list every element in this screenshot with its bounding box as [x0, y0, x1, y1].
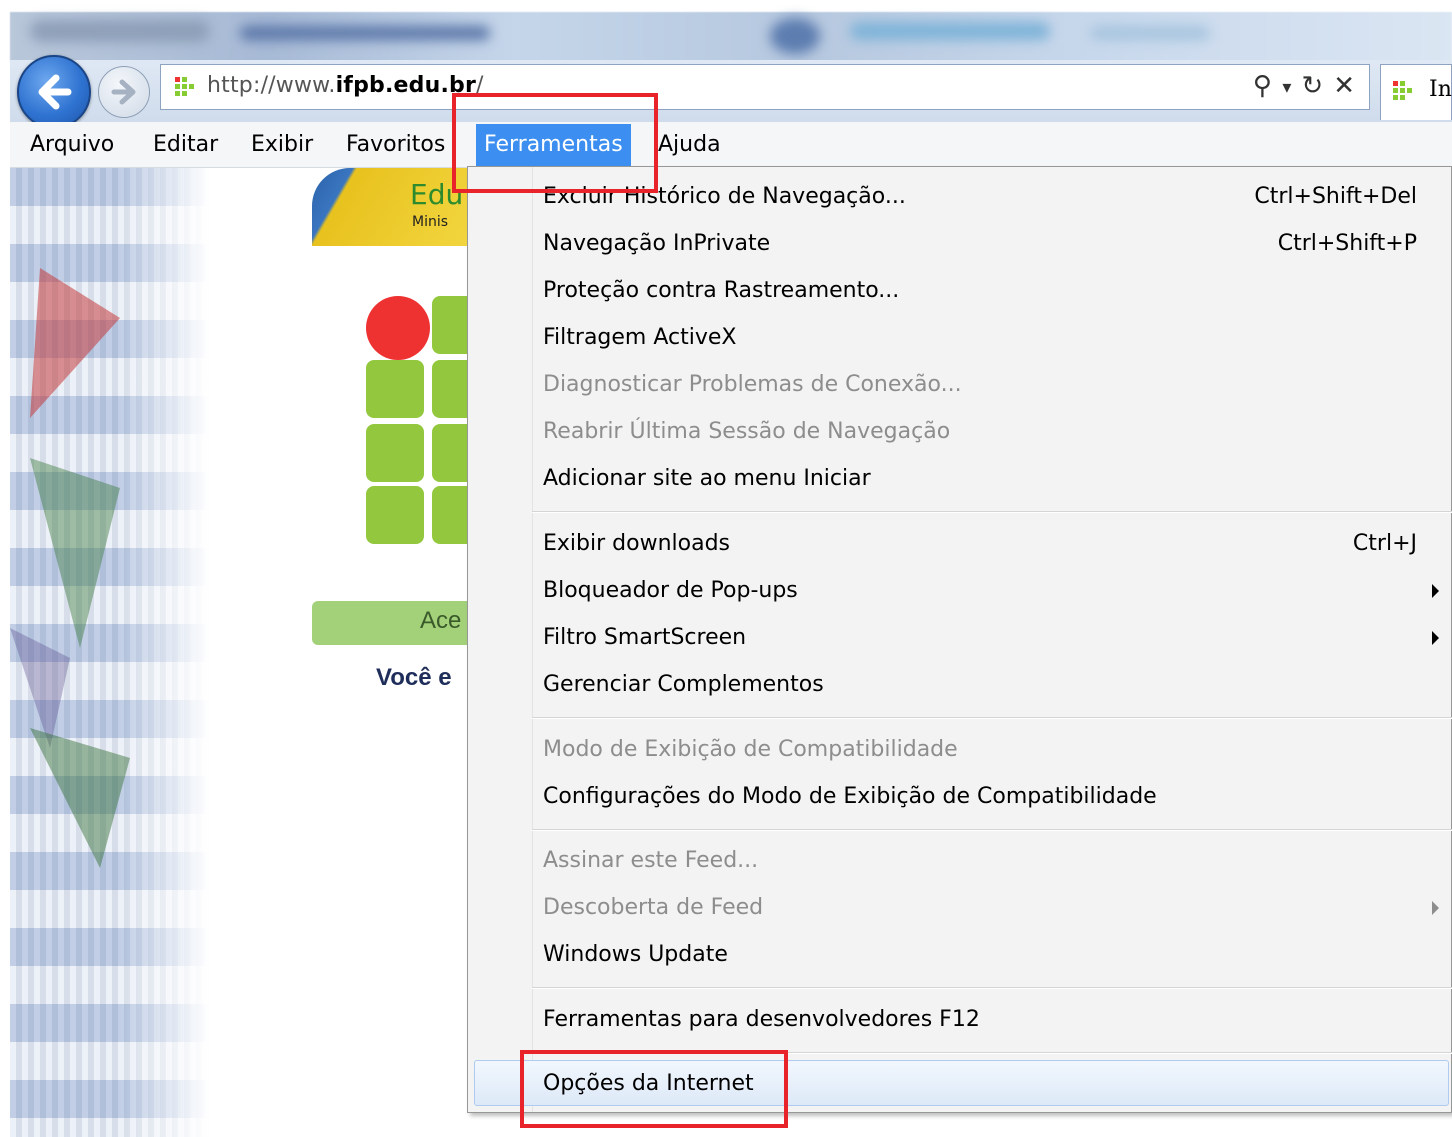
logo-square [366, 424, 424, 482]
menu-favoritos[interactable]: Favoritos [338, 130, 453, 164]
back-button[interactable] [14, 52, 94, 132]
back-arrow-icon [38, 74, 72, 110]
menu-item-modo-compatibilidade: Modo de Exibição de Compatibilidade [543, 737, 958, 762]
menu-ajuda[interactable]: Ajuda [650, 130, 729, 164]
welcome-text: Você e [376, 664, 452, 691]
submenu-arrow-icon [1432, 901, 1439, 915]
search-dropdown-icon[interactable]: ▾ [1282, 71, 1291, 105]
tab-favicon [1393, 81, 1412, 100]
address-bar[interactable]: http://www.ifpb.edu.br/ ⚲ ▾ ↻ ✕ [160, 64, 1370, 110]
menu-item-descoberta-feed: Descoberta de Feed [468, 885, 1452, 931]
refresh-icon[interactable]: ↻ [1301, 71, 1323, 105]
menu-item-gerenciar-complementos[interactable]: Gerenciar Complementos [468, 662, 1452, 708]
menu-item-filtro-smartscreen[interactable]: Filtro SmartScreen [468, 615, 1452, 661]
submenu-arrow-icon [1432, 584, 1439, 598]
url-text: http://www.ifpb.edu.br/ [207, 73, 484, 98]
menu-separator [532, 717, 1452, 719]
menu-item-filtragem-activex[interactable]: Filtragem ActiveX [468, 315, 1452, 361]
menu-separator [532, 511, 1452, 513]
menu-item-adicionar-site[interactable]: Adicionar site ao menu Iniciar [468, 456, 1452, 502]
tab-title: In [1429, 77, 1452, 102]
menu-item-protecao-rastreamento[interactable]: Proteção contra Rastreamento... [468, 268, 1452, 314]
menu-separator [532, 987, 1452, 989]
tools-menu: Excluir Histórico de Navegação... Ctrl+Sh… [467, 166, 1452, 1113]
menu-item-config-compatibilidade[interactable]: Configurações do Modo de Exibição de Com… [468, 774, 1452, 820]
menu-item-reabrir-sessao: Reabrir Última Sessão de Navegação [543, 419, 951, 444]
menu-bar: Arquivo Editar Exibir Favoritos Ferramen… [10, 122, 1452, 168]
forward-arrow-icon [111, 79, 136, 105]
menu-arquivo[interactable]: Arquivo [22, 130, 122, 164]
menu-item-exibir-downloads[interactable]: Exibir downloads Ctrl+J [468, 521, 1452, 567]
menu-item-ferramentas-desenvolvedores[interactable]: Ferramentas para desenvolvedores F12 [468, 997, 1452, 1043]
menu-item-diagnosticar: Diagnosticar Problemas de Conexão... [543, 372, 962, 397]
menu-item-windows-update[interactable]: Windows Update [468, 932, 1452, 978]
close-icon[interactable]: ✕ [1333, 71, 1355, 105]
menu-item-inprivate[interactable]: Navegação InPrivate Ctrl+Shift+P [468, 221, 1452, 267]
bunting-flags [10, 268, 130, 868]
acesse-button[interactable]: Ace [312, 601, 472, 645]
logo-subtext: Minis [412, 214, 449, 230]
logo-square [366, 486, 424, 544]
submenu-arrow-icon [1432, 631, 1439, 645]
highlight-opcoes-internet [520, 1050, 788, 1128]
logo-red-dot [366, 296, 430, 360]
menu-separator [532, 829, 1452, 831]
menu-exibir[interactable]: Exibir [243, 130, 321, 164]
menu-editar[interactable]: Editar [145, 130, 226, 164]
title-bar [10, 12, 1452, 62]
logo-square [366, 360, 424, 418]
search-icon[interactable]: ⚲ [1253, 71, 1272, 105]
menu-item-assinar-feed: Assinar este Feed... [543, 848, 759, 873]
site-favicon [175, 77, 194, 96]
highlight-ferramentas [452, 93, 658, 193]
browser-tab[interactable]: In [1380, 64, 1452, 120]
menu-item-bloqueador-popups[interactable]: Bloqueador de Pop-ups [468, 568, 1452, 614]
forward-button[interactable] [98, 66, 150, 118]
